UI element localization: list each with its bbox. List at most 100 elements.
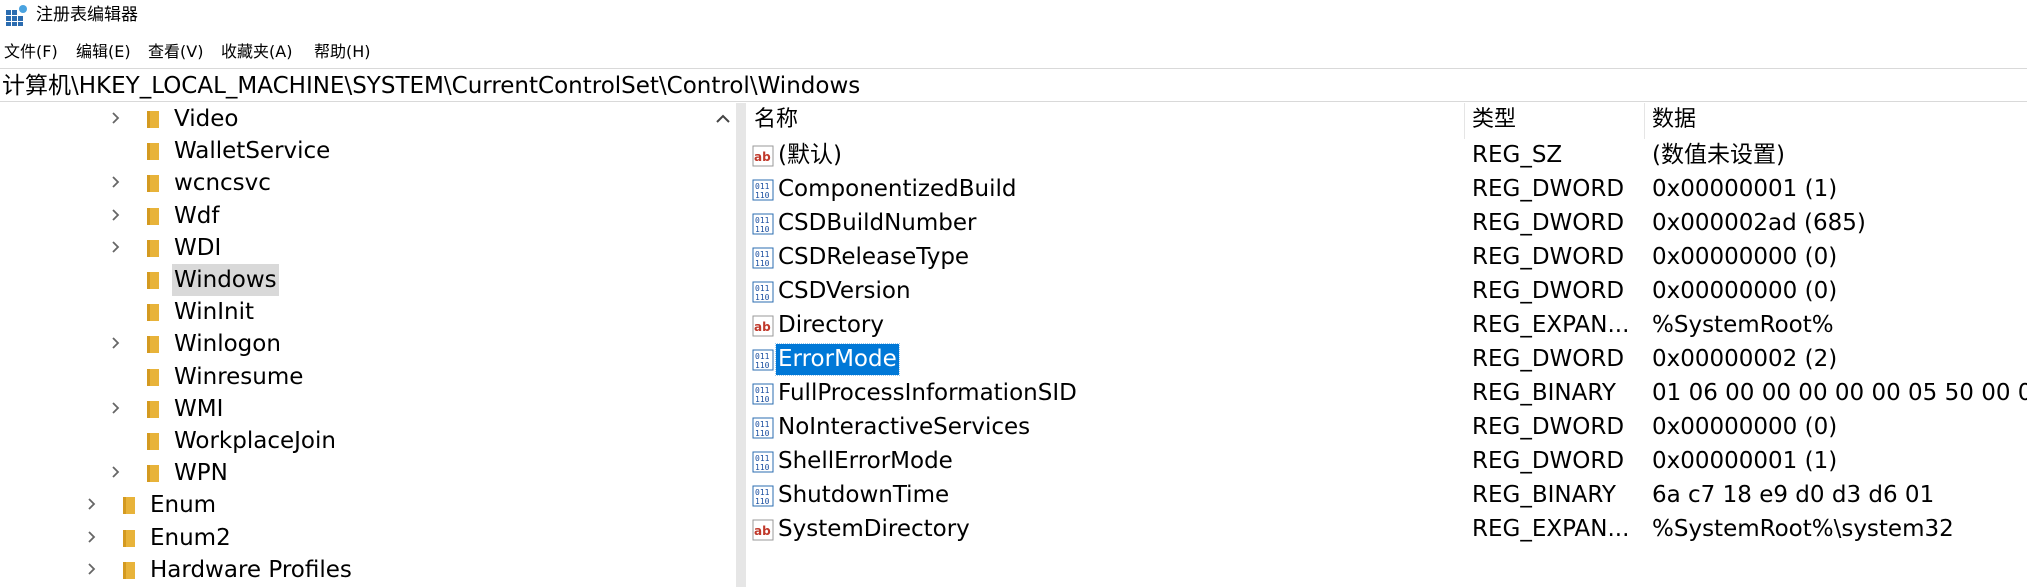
svg-text:011: 011 bbox=[755, 216, 770, 225]
tree-item[interactable]: WinInit bbox=[0, 296, 710, 328]
folder-icon bbox=[122, 560, 136, 580]
binary-value-icon: 011 110 bbox=[752, 349, 774, 371]
menu-edit[interactable]: 编辑(E) bbox=[74, 38, 133, 66]
chevron-right-icon[interactable] bbox=[87, 497, 97, 511]
binary-value-icon: 011 110 bbox=[752, 179, 774, 201]
tree-item-label: Enum bbox=[150, 492, 217, 518]
tree-item[interactable]: WMI bbox=[0, 393, 710, 425]
folder-icon bbox=[146, 463, 160, 483]
binary-value-icon: 011 110 bbox=[752, 485, 774, 507]
chevron-right-icon[interactable] bbox=[111, 465, 121, 479]
svg-text:ab: ab bbox=[754, 150, 771, 164]
value-row[interactable]: 011 110 ErrorMode REG_DWORD 0x00000002 (2) bbox=[746, 343, 2027, 377]
pane-splitter[interactable] bbox=[736, 103, 746, 587]
value-row[interactable]: 011 110 CSDReleaseType REG_DWORD 0x00000000 … bbox=[746, 241, 2027, 275]
key-tree[interactable]: Video WalletService wcncsvc Wdf WDI Windows Wi… bbox=[0, 103, 734, 587]
tree-item[interactable]: WPN bbox=[0, 457, 710, 489]
svg-text:011: 011 bbox=[755, 454, 770, 463]
value-type: REG_DWORD bbox=[1472, 210, 1625, 236]
value-row[interactable]: 011 110 ShellErrorMode REG_DWORD 0x00000001 … bbox=[746, 445, 2027, 479]
chevron-right-icon[interactable] bbox=[87, 530, 97, 544]
tree-item[interactable]: wcncsvc bbox=[0, 167, 710, 199]
menu-favorites[interactable]: 收藏夹(A) bbox=[219, 38, 294, 66]
value-type: REG_BINARY bbox=[1472, 482, 1616, 508]
svg-text:110: 110 bbox=[755, 463, 770, 472]
column-divider[interactable] bbox=[1644, 103, 1645, 139]
folder-icon bbox=[146, 238, 160, 258]
chevron-right-icon[interactable] bbox=[111, 240, 121, 254]
string-value-icon: ab bbox=[752, 145, 774, 167]
tree-item-label: Hardware Profiles bbox=[150, 557, 352, 583]
tree-item[interactable]: Hardware Profiles bbox=[0, 554, 710, 586]
regedit-icon bbox=[6, 4, 28, 26]
value-row[interactable]: 011 110 CSDBuildNumber REG_DWORD 0x000002ad … bbox=[746, 207, 2027, 241]
column-name[interactable]: 名称 bbox=[754, 105, 798, 135]
menu-help[interactable]: 帮助(H) bbox=[312, 38, 373, 66]
chevron-right-icon[interactable] bbox=[111, 111, 121, 125]
svg-text:110: 110 bbox=[755, 225, 770, 234]
value-row[interactable]: ab (默认) REG_SZ (数值未设置) bbox=[746, 139, 2027, 173]
folder-icon bbox=[146, 367, 160, 387]
folder-icon bbox=[122, 528, 136, 548]
folder-icon bbox=[146, 334, 160, 354]
folder-icon bbox=[146, 109, 160, 129]
tree-item[interactable]: Wdf bbox=[0, 200, 710, 232]
tree-item-label: WorkplaceJoin bbox=[174, 428, 336, 454]
value-list[interactable]: 名称 类型 数据 ab (默认) REG_SZ (数值未设置) 011 110 Compon… bbox=[746, 103, 2027, 587]
value-name: Directory bbox=[778, 312, 885, 338]
value-row[interactable]: 011 110 FullProcessInformationSID REG_BINAR… bbox=[746, 377, 2027, 411]
column-type[interactable]: 类型 bbox=[1472, 105, 1516, 135]
tree-item[interactable]: Winlogon bbox=[0, 328, 710, 360]
svg-text:011: 011 bbox=[755, 284, 770, 293]
value-type: REG_DWORD bbox=[1472, 346, 1625, 372]
svg-text:110: 110 bbox=[755, 259, 770, 268]
tree-item[interactable]: Enum bbox=[0, 489, 710, 521]
chevron-right-icon[interactable] bbox=[111, 336, 121, 350]
svg-text:011: 011 bbox=[755, 352, 770, 361]
folder-icon bbox=[146, 141, 160, 161]
tree-item[interactable]: WalletService bbox=[0, 135, 710, 167]
value-row[interactable]: ab SystemDirectory REG_EXPAN... %SystemRoot… bbox=[746, 513, 2027, 547]
window-title: 注册表编辑器 bbox=[36, 5, 138, 25]
value-row[interactable]: ab Directory REG_EXPAN... %SystemRoot% bbox=[746, 309, 2027, 343]
folder-icon bbox=[146, 399, 160, 419]
tree-item[interactable]: Windows bbox=[0, 264, 710, 296]
svg-text:011: 011 bbox=[755, 488, 770, 497]
binary-value-icon: 011 110 bbox=[752, 213, 774, 235]
svg-text:110: 110 bbox=[755, 191, 770, 200]
value-row[interactable]: 011 110 NoInteractiveServices REG_DWORD 0x00… bbox=[746, 411, 2027, 445]
tree-item-label: Winresume bbox=[174, 364, 304, 390]
folder-icon bbox=[146, 302, 160, 322]
address-path[interactable]: 计算机\HKEY_LOCAL_MACHINE\SYSTEM\CurrentCon… bbox=[2, 72, 860, 100]
menu-view[interactable]: 查看(V) bbox=[146, 38, 205, 66]
column-data[interactable]: 数据 bbox=[1652, 105, 1696, 135]
svg-text:110: 110 bbox=[755, 361, 770, 370]
tree-item-label: Enum2 bbox=[150, 525, 231, 551]
tree-item[interactable]: Video bbox=[0, 103, 710, 135]
chevron-right-icon[interactable] bbox=[111, 208, 121, 222]
value-row[interactable]: 011 110 ComponentizedBuild REG_DWORD 0x00000… bbox=[746, 173, 2027, 207]
tree-item[interactable]: Enum2 bbox=[0, 522, 710, 554]
menu-file[interactable]: 文件(F) bbox=[2, 38, 60, 66]
value-row[interactable]: 011 110 ShutdownTime REG_BINARY 6a c7 18 e9 … bbox=[746, 479, 2027, 513]
chevron-right-icon[interactable] bbox=[111, 175, 121, 189]
tree-item-label: Wdf bbox=[174, 203, 220, 229]
value-data: 0x00000001 (1) bbox=[1652, 448, 1838, 474]
folder-icon bbox=[146, 206, 160, 226]
value-data: %SystemRoot%\system32 bbox=[1652, 516, 1954, 542]
value-data: 0x00000000 (0) bbox=[1652, 414, 1838, 440]
scroll-up-icon[interactable] bbox=[715, 111, 731, 125]
tree-item[interactable]: WDI bbox=[0, 232, 710, 264]
column-divider[interactable] bbox=[1464, 103, 1465, 139]
tree-item[interactable]: Winresume bbox=[0, 361, 710, 393]
menu-bar: 文件(F) 编辑(E) 查看(V) 收藏夹(A) 帮助(H) bbox=[0, 38, 2027, 66]
value-type: REG_DWORD bbox=[1472, 278, 1625, 304]
value-row[interactable]: 011 110 CSDVersion REG_DWORD 0x00000000 (0) bbox=[746, 275, 2027, 309]
chevron-right-icon[interactable] bbox=[87, 562, 97, 576]
chevron-right-icon[interactable] bbox=[111, 401, 121, 415]
folder-icon bbox=[146, 270, 160, 290]
tree-scrollbar[interactable] bbox=[712, 103, 734, 587]
tree-item[interactable]: WorkplaceJoin bbox=[0, 425, 710, 457]
value-data: 0x00000001 (1) bbox=[1652, 176, 1838, 202]
address-bar[interactable]: 计算机\HKEY_LOCAL_MACHINE\SYSTEM\CurrentCon… bbox=[0, 68, 2027, 102]
